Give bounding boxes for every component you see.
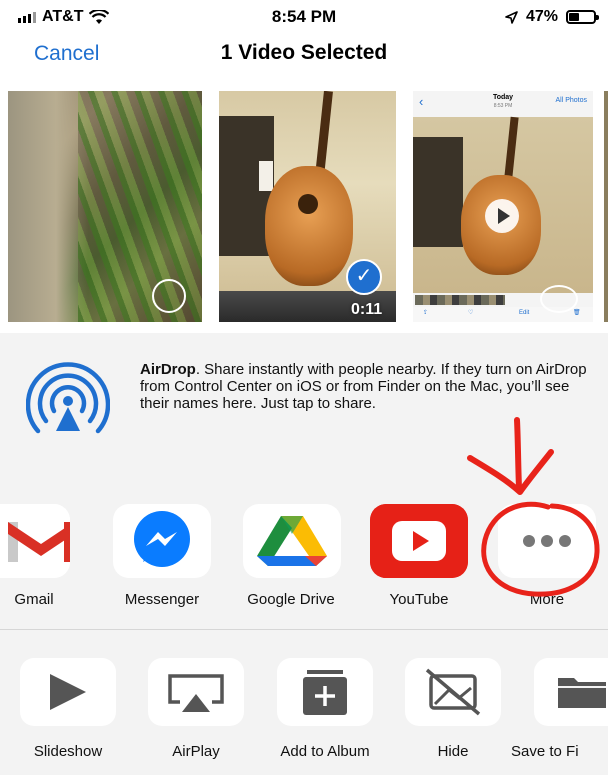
mini-share-icon: ⇪ — [423, 310, 429, 316]
mini-play-icon — [498, 208, 510, 224]
youtube-icon — [370, 504, 468, 578]
gmail-icon — [0, 504, 70, 578]
app-google-drive[interactable] — [243, 504, 341, 578]
photo-strip[interactable]: ✓ 0:11 ‹ Today 8:53 PM All Photos ⇪ ♡ Ed… — [0, 80, 608, 334]
mini-all-photos: All Photos — [555, 97, 587, 104]
outlet-shape — [259, 161, 273, 191]
page-title: 1 Video Selected — [220, 41, 388, 64]
location-arrow-icon — [505, 10, 518, 24]
mini-table — [413, 137, 463, 247]
app-youtube[interactable] — [370, 504, 468, 578]
mini-edit: Edit — [519, 310, 530, 316]
action-add-to-album[interactable] — [277, 658, 373, 726]
selection-circle[interactable] — [152, 279, 186, 313]
airdrop-description: AirDrop. Share instantly with people nea… — [140, 361, 590, 412]
airdrop-section: AirDrop. Share instantly with people nea… — [0, 333, 608, 482]
guitar-soundhole — [298, 194, 318, 214]
action-label-save-to-files: Save to Fi — [511, 743, 579, 760]
share-apps-row: Gmail Messenger Google Drive YouTube Mor… — [0, 481, 608, 630]
action-label-slideshow: Slideshow — [33, 743, 103, 760]
mini-header: ‹ Today 8:53 PM All Photos — [413, 91, 593, 117]
selected-checkmark-icon[interactable]: ✓ — [346, 259, 382, 295]
app-gmail[interactable] — [0, 504, 70, 578]
more-icon — [523, 535, 571, 547]
battery-percent: 47% — [525, 8, 558, 25]
share-actions-row: Slideshow AirPlay Add to Album Hide Save… — [0, 630, 608, 775]
video-duration: 0:11 — [351, 301, 383, 318]
next-thumbnail-edge[interactable] — [604, 91, 608, 322]
action-label-airplay: AirPlay — [172, 743, 220, 760]
app-label-google-drive: Google Drive — [247, 591, 335, 608]
action-airplay[interactable] — [148, 658, 244, 726]
status-right: 47% — [505, 8, 599, 26]
add-to-album-icon — [303, 670, 347, 715]
video-thumbnail-guitar[interactable]: ✓ 0:11 — [219, 91, 396, 322]
thumbnail-image — [8, 91, 88, 322]
hide-icon — [425, 668, 481, 716]
airdrop-icon[interactable] — [26, 361, 110, 445]
selection-circle[interactable] — [540, 285, 578, 313]
app-label-youtube: YouTube — [389, 591, 449, 608]
mini-trash-icon: 🗑 — [573, 310, 581, 316]
airdrop-title: AirDrop — [140, 361, 196, 378]
mini-photo — [413, 116, 593, 293]
status-bar: AT&T 8:54 PM 47% — [0, 0, 608, 34]
mini-play-button — [485, 199, 519, 233]
photo-thumbnail-grass[interactable] — [8, 91, 202, 322]
guitar-body — [265, 166, 353, 286]
messenger-icon — [134, 511, 190, 567]
nav-header: Cancel 1 Video Selected — [0, 34, 608, 81]
app-label-more: More — [529, 591, 565, 608]
action-hide[interactable] — [405, 658, 501, 726]
folder-icon — [558, 678, 606, 708]
airdrop-body: . Share instantly with people nearby. If… — [140, 361, 587, 412]
app-label-gmail: Gmail — [14, 591, 54, 608]
mini-filmstrip-frames — [415, 295, 505, 305]
action-slideshow[interactable] — [20, 658, 116, 726]
app-messenger[interactable] — [113, 504, 211, 578]
app-label-messenger: Messenger — [124, 591, 200, 608]
battery-fill — [569, 13, 579, 21]
action-save-to-files[interactable] — [534, 658, 608, 726]
airplay-icon — [168, 674, 224, 712]
action-label-hide: Hide — [437, 743, 469, 760]
play-icon — [50, 674, 86, 710]
action-label-add-to-album: Add to Album — [280, 743, 370, 760]
more-button[interactable] — [498, 504, 596, 578]
screenshot-thumbnail[interactable]: ‹ Today 8:53 PM All Photos ⇪ ♡ Edit 🗑 — [413, 91, 593, 322]
battery-icon — [566, 10, 599, 24]
google-drive-icon — [257, 516, 327, 566]
mini-heart-icon: ♡ — [468, 310, 474, 316]
